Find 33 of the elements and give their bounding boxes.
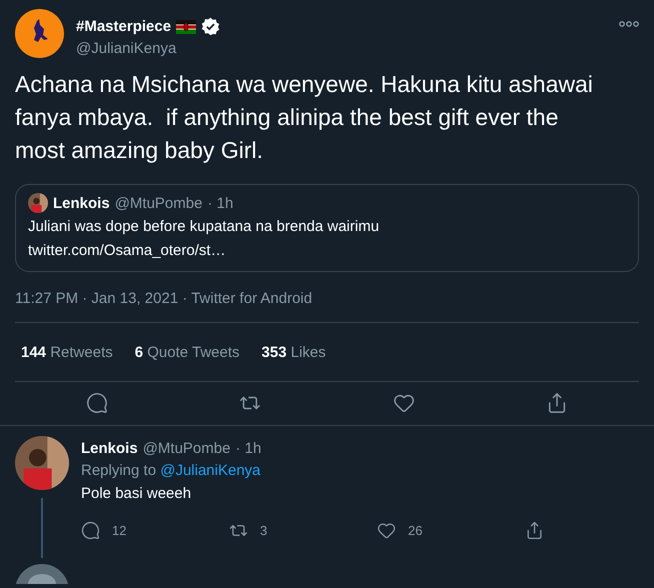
action-count: 26 [408, 523, 422, 538]
quoted-text: Juliani was dope before kupatana na brenda wairimu [28, 217, 380, 237]
user-handle[interactable]: @JulianiKenya [76, 40, 607, 57]
heart-icon[interactable] [377, 521, 396, 540]
share-icon[interactable] [525, 521, 544, 540]
quoted-avatar[interactable] [28, 193, 48, 213]
tweet-timestamp: 11:27 PM · Jan 13, 2021 · Twitter for Android [15, 290, 312, 307]
reply-time: · 1h [235, 440, 262, 457]
replying-to-text: Replying to @JulianiKenya [81, 462, 262, 479]
quoted-display-name: Lenkois [53, 194, 110, 212]
reply-display-name[interactable]: Lenkois [81, 440, 138, 457]
reply-avatar[interactable] [15, 436, 69, 490]
heart-icon[interactable] [392, 392, 415, 414]
tweet-stat[interactable]: 353 Likes [262, 344, 326, 361]
profile-avatar[interactable] [15, 9, 64, 58]
reply-icon[interactable] [86, 392, 108, 414]
action-count: 12 [112, 523, 126, 538]
tweet-stat[interactable]: 6 Quote Tweets [134, 344, 240, 361]
reply-text: Pole basi weeeh [81, 484, 192, 504]
quoted-link: twitter.com/Osama_otero/st… [28, 241, 227, 261]
reply-icon[interactable] [81, 521, 100, 540]
tweet-stat[interactable]: 144 Retweets [21, 344, 113, 361]
quoted-tweet-card[interactable]: Lenkois @MtuPombe · 1h Juliani was dope before kupatana na brenda wairimu twitter.com/Osama_otero/st… [15, 184, 639, 272]
mention-link[interactable]: @JulianiKenya [160, 462, 261, 479]
quoted-handle: @MtuPombe [114, 194, 202, 212]
flag-icon [176, 20, 196, 34]
next-reply-avatar[interactable] [15, 564, 69, 584]
more-icon[interactable] [619, 21, 639, 27]
display-name[interactable]: #Masterpiece [76, 18, 172, 35]
quoted-time: · 1h [207, 194, 234, 212]
reply-handle[interactable]: @MtuPombe [142, 440, 230, 457]
tweet-text: Achana na Msichana wa wenyewe. Hakuna kitu ashawai fanya mbaya. if anything alinipa the best gift ever the most amazing baby Girl. [14, 70, 594, 165]
action-count: 3 [260, 523, 268, 538]
